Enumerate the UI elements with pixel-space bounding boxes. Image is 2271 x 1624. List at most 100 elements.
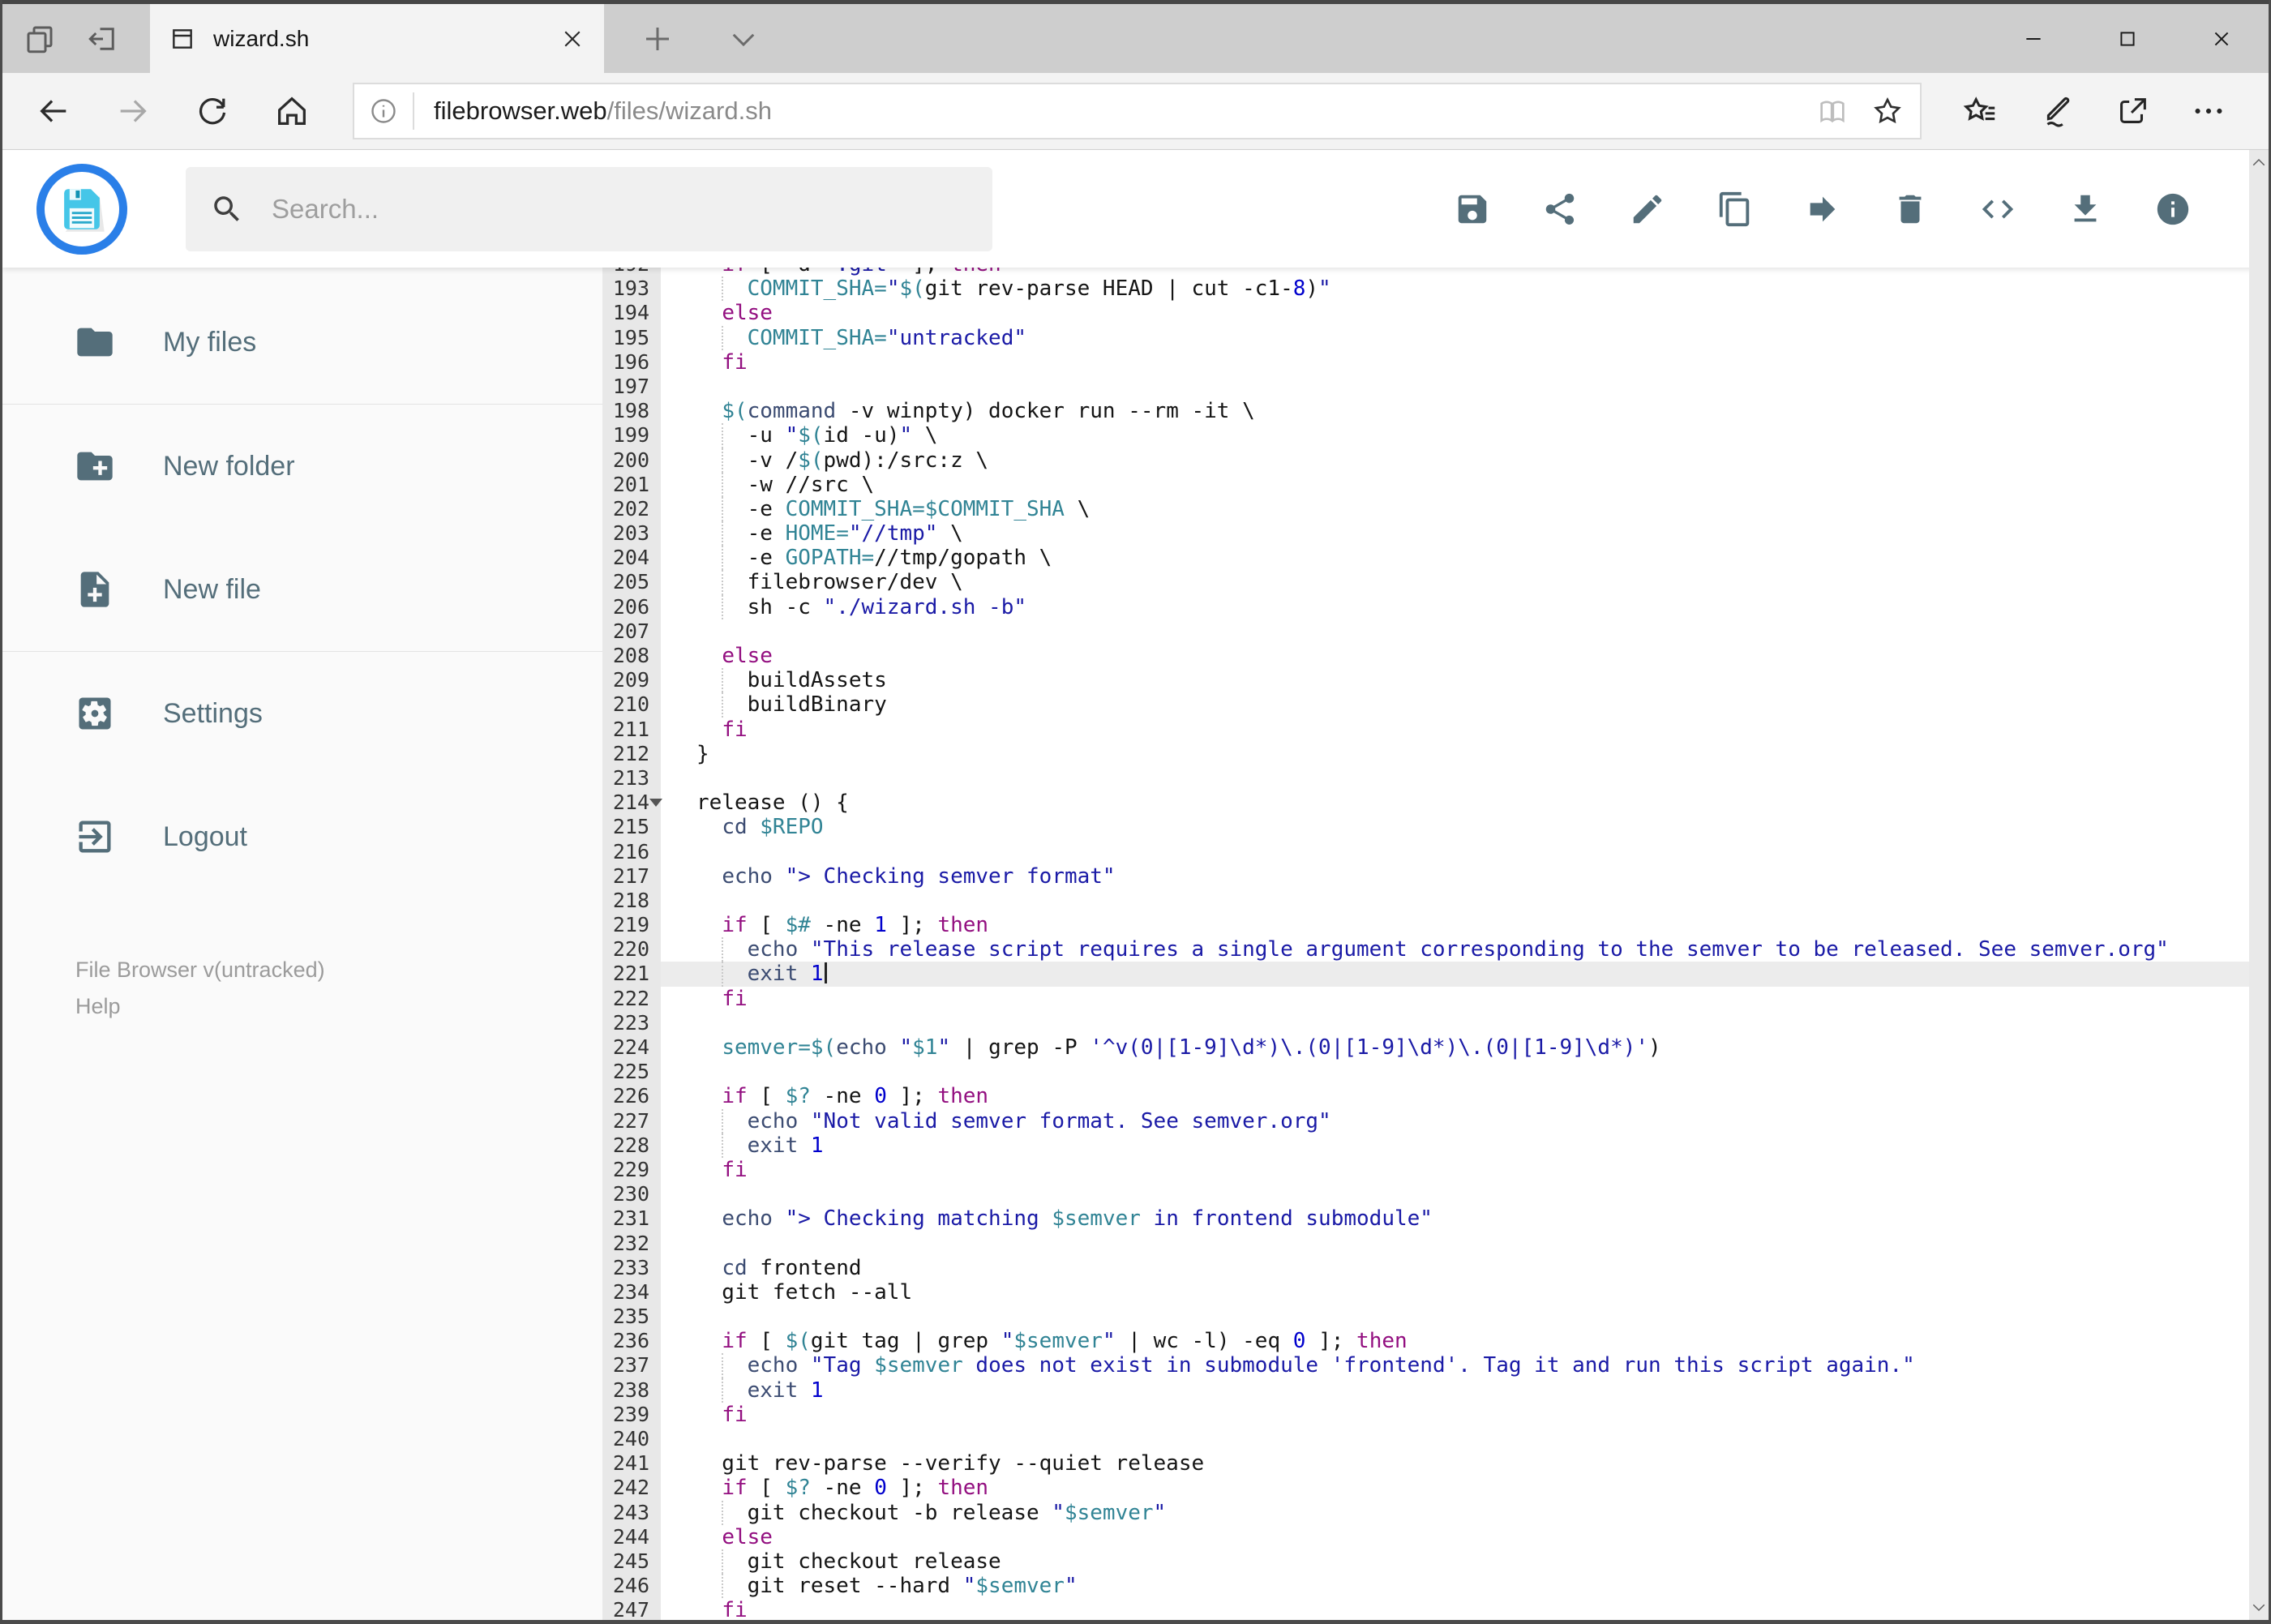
code-line[interactable]: 236 if [ $(git tag | grep "$semver" | wc… — [602, 1329, 2269, 1354]
code-line[interactable]: 243 git checkout -b release "$semver" — [602, 1500, 2269, 1525]
code-line[interactable]: 234 git fetch --all — [602, 1279, 2269, 1305]
code-line[interactable]: 206 sh -c "./wizard.sh -b" — [602, 594, 2269, 619]
code-line[interactable]: 230 — [602, 1182, 2269, 1207]
minimize-button[interactable] — [1986, 4, 2080, 73]
home-button[interactable] — [273, 92, 311, 130]
sidebar-item-new-folder[interactable]: New folder — [2, 405, 602, 528]
code-line[interactable]: 241 git rev-parse --verify --quiet relea… — [602, 1451, 2269, 1476]
code-line[interactable]: 213 — [602, 765, 2269, 791]
set-tabs-aside-icon[interactable] — [82, 18, 124, 60]
edit-button[interactable] — [1629, 191, 1666, 228]
code-line[interactable]: 226 if [ $? -ne 0 ]; then — [602, 1084, 2269, 1109]
sidebar-item-settings[interactable]: Settings — [2, 652, 602, 775]
code-line[interactable]: 202 -e COMMIT_SHA=$COMMIT_SHA \ — [602, 496, 2269, 522]
url-text[interactable]: filebrowser.web/files/wizard.sh — [434, 96, 772, 126]
code-line[interactable]: 219 if [ $# -ne 1 ]; then — [602, 913, 2269, 938]
code-line[interactable]: 245 git checkout release — [602, 1549, 2269, 1575]
code-line[interactable]: 209 buildAssets — [602, 668, 2269, 693]
code-line[interactable]: 215 cd $REPO — [602, 815, 2269, 840]
code-line[interactable]: 229 fi — [602, 1157, 2269, 1183]
code-line[interactable]: 247 fi — [602, 1598, 2269, 1620]
code-line[interactable]: 228 exit 1 — [602, 1133, 2269, 1158]
code-line[interactable]: 225 — [602, 1060, 2269, 1085]
code-line[interactable]: 244 else — [602, 1524, 2269, 1549]
code-line[interactable]: 201 -w //src \ — [602, 472, 2269, 497]
code-line[interactable]: 217 echo "> Checking semver format" — [602, 863, 2269, 889]
web-note-pen-icon[interactable] — [2037, 92, 2076, 131]
filebrowser-logo-icon[interactable] — [36, 163, 127, 255]
page-scrollbar[interactable] — [2249, 150, 2269, 1620]
copy-button[interactable] — [1716, 191, 1754, 228]
save-button[interactable] — [1454, 191, 1491, 228]
code-line[interactable]: 232 — [602, 1231, 2269, 1256]
code-line[interactable]: 223 — [602, 1010, 2269, 1035]
search-input[interactable] — [272, 193, 968, 225]
code-line[interactable]: 224 semver=$(echo "$1" | grep -P '^v(0|[… — [602, 1035, 2269, 1061]
reading-view-icon[interactable] — [1816, 95, 1849, 127]
tab-list-chevron-icon[interactable] — [722, 18, 765, 60]
delete-button[interactable] — [1892, 191, 1929, 228]
ellipsis-menu-icon[interactable] — [2189, 92, 2228, 131]
code-line[interactable]: 195 COMMIT_SHA="untracked" — [602, 325, 2269, 350]
info-button[interactable] — [2154, 191, 2192, 228]
new-tab-button[interactable] — [636, 18, 679, 60]
code-line[interactable]: 233 cd frontend — [602, 1255, 2269, 1280]
code-line[interactable]: 246 git reset --hard "$semver" — [602, 1574, 2269, 1599]
code-line[interactable]: 220 echo "This release script requires a… — [602, 937, 2269, 962]
maximize-button[interactable] — [2080, 4, 2175, 73]
code-line[interactable]: 239 fi — [602, 1402, 2269, 1427]
code-line[interactable]: 193 COMMIT_SHA="$(git rev-parse HEAD | c… — [602, 276, 2269, 302]
search-box[interactable] — [186, 166, 992, 251]
code-line[interactable]: 211 fi — [602, 717, 2269, 742]
code-line[interactable]: 194 else — [602, 301, 2269, 326]
code-line[interactable]: 204 -e GOPATH=//tmp/gopath \ — [602, 546, 2269, 571]
move-button[interactable] — [1804, 191, 1841, 228]
refresh-button[interactable] — [194, 92, 231, 130]
code-line[interactable]: 242 if [ $? -ne 0 ]; then — [602, 1476, 2269, 1501]
code-line[interactable]: 203 -e HOME="//tmp" \ — [602, 521, 2269, 546]
code-line[interactable]: 199 -u "$(id -u)" \ — [602, 423, 2269, 448]
site-info-icon[interactable] — [369, 96, 398, 126]
scroll-up-icon[interactable] — [2252, 156, 2266, 168]
code-line[interactable]: 200 -v /$(pwd):/src:z \ — [602, 448, 2269, 473]
code-line[interactable]: 231 echo "> Checking matching $semver in… — [602, 1206, 2269, 1232]
code-line[interactable]: 208 else — [602, 644, 2269, 669]
share-icon[interactable] — [2113, 92, 2152, 131]
code-line[interactable]: 214 release () { — [602, 791, 2269, 816]
sidebar-item-new-file[interactable]: New file — [2, 528, 602, 651]
scroll-down-icon[interactable] — [2252, 1602, 2266, 1613]
code-line[interactable]: 235 — [602, 1305, 2269, 1330]
code-line[interactable]: 196 fi — [602, 349, 2269, 375]
code-line[interactable]: 205 filebrowser/dev \ — [602, 570, 2269, 595]
add-favorite-star-icon[interactable] — [1871, 95, 1904, 127]
download-button[interactable] — [2067, 191, 2104, 228]
code-line[interactable]: 207 — [602, 619, 2269, 644]
code-line[interactable]: 210 buildBinary — [602, 692, 2269, 718]
code-line[interactable]: 218 — [602, 888, 2269, 914]
back-button[interactable] — [35, 92, 72, 130]
code-editor[interactable]: 192 if [ -d ".git" ]; then193 COMMIT_SHA… — [602, 268, 2269, 1620]
code-line[interactable]: 222 fi — [602, 986, 2269, 1011]
code-line[interactable]: 238 exit 1 — [602, 1378, 2269, 1403]
tab-preview-icon[interactable] — [19, 18, 61, 60]
code-button[interactable] — [1979, 191, 2016, 228]
sidebar-item-my-files[interactable]: My files — [2, 281, 602, 404]
address-bar[interactable]: filebrowser.web/files/wizard.sh — [353, 83, 1922, 139]
forward-button[interactable] — [114, 92, 152, 130]
tab-close-icon[interactable] — [560, 27, 585, 51]
code-line[interactable]: 216 — [602, 839, 2269, 864]
code-line[interactable]: 192 if [ -d ".git" ]; then — [602, 268, 2269, 277]
code-line[interactable]: 240 — [602, 1427, 2269, 1452]
code-line[interactable]: 221 exit 1 — [602, 962, 2269, 987]
code-line[interactable]: 197 — [602, 374, 2269, 400]
code-line[interactable]: 198 $(command -v winpty) docker run --rm… — [602, 399, 2269, 424]
code-line[interactable]: 212} — [602, 741, 2269, 766]
browser-tab[interactable]: wizard.sh — [150, 4, 604, 73]
sidebar-item-logout[interactable]: Logout — [2, 775, 602, 898]
close-button[interactable] — [2175, 4, 2269, 73]
hub-favorites-icon[interactable] — [1960, 92, 1999, 131]
code-line[interactable]: 237 echo "Tag $semver does not exist in … — [602, 1353, 2269, 1378]
code-line[interactable]: 227 echo "Not valid semver format. See s… — [602, 1108, 2269, 1133]
help-link[interactable]: Help — [75, 988, 602, 1025]
share-button[interactable] — [1541, 191, 1579, 228]
